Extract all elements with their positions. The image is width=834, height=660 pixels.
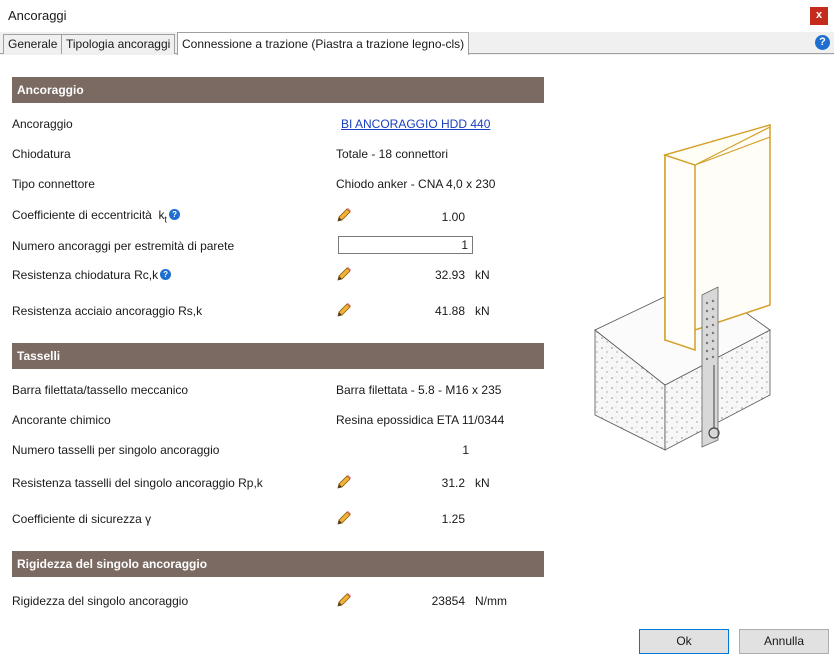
section-header-ancoraggio: Ancoraggio	[12, 77, 544, 103]
rigidezza-unit: N/mm	[475, 594, 507, 608]
coeff-sicurezza-label: Coefficiente di sicurezza γ	[12, 512, 152, 526]
gamma-value: 1.25	[441, 512, 465, 526]
edit-coeff-icon[interactable]	[335, 206, 353, 224]
tab-connessione-trazione[interactable]: Connessione a trazione (Piastra a trazio…	[177, 32, 470, 55]
rck-unit: kN	[475, 268, 490, 282]
barra-filettata-value: Barra filettata - 5.8 - M16 x 235	[336, 383, 502, 397]
tab-strip: Generale Tipologia ancoraggi Connessione…	[0, 32, 834, 55]
rsk-value: 41.88	[434, 304, 465, 318]
tab-tipologia-ancoraggi[interactable]: Tipologia ancoraggi	[61, 34, 176, 54]
edit-rpk-icon[interactable]	[335, 473, 353, 491]
rigidezza-label: Rigidezza del singolo ancoraggio	[12, 594, 189, 608]
rpk-unit: kN	[475, 476, 490, 490]
ancorante-chimico-label: Ancorante chimico	[12, 413, 111, 427]
coeff-eccentricita-value: 1.00	[441, 210, 465, 224]
rsk-unit: kN	[475, 304, 490, 318]
resistenza-chiodatura-text: Resistenza chiodatura Rc,k	[12, 268, 159, 282]
edit-rigidezza-icon[interactable]	[335, 591, 353, 609]
edit-rsk-icon[interactable]	[335, 301, 353, 319]
resistenza-acciaio-label: Resistenza acciaio ancoraggio Rs,k	[12, 304, 203, 318]
window-title: Ancoraggi	[8, 8, 67, 23]
coeff-subscript: t	[164, 214, 168, 225]
cancel-button[interactable]: Annulla	[739, 629, 829, 654]
rpk-value: 31.2	[441, 476, 465, 490]
tipo-connettore-label: Tipo connettore	[12, 177, 95, 191]
tipo-connettore-value: Chiodo anker - CNA 4,0 x 230	[336, 177, 496, 191]
coeff-info-icon[interactable]: ?	[169, 209, 181, 220]
ok-button[interactable]: Ok	[639, 629, 729, 654]
anchor-illustration	[594, 124, 771, 451]
coeff-eccentricita-label: Coefficiente di eccentricità kt?	[12, 208, 181, 225]
section-header-rigidezza: Rigidezza del singolo ancoraggio	[12, 551, 544, 577]
ancoraggio-label: Ancoraggio	[12, 117, 73, 131]
edit-rck-icon[interactable]	[335, 265, 353, 283]
numero-tasselli-label: Numero tasselli per singolo ancoraggio	[12, 443, 220, 457]
edit-gamma-icon[interactable]	[335, 509, 353, 527]
section-header-tasselli: Tasselli	[12, 343, 544, 369]
resistenza-chiodatura-label: Resistenza chiodatura Rc,k?	[12, 268, 172, 282]
ancoraggio-link[interactable]: BI ANCORAGGIO HDD 440	[341, 117, 490, 131]
resistenza-tasselli-label: Resistenza tasselli del singolo ancoragg…	[12, 476, 263, 490]
chiodatura-label: Chiodatura	[12, 147, 71, 161]
title-bar: Ancoraggi x	[0, 0, 834, 32]
numero-ancoraggi-input[interactable]: 1	[338, 236, 473, 254]
numero-ancoraggi-label: Numero ancoraggi per estremità di parete	[12, 239, 235, 253]
close-button[interactable]: x	[810, 7, 828, 25]
ancorante-chimico-value: Resina epossidica ETA 11/0344	[336, 413, 505, 427]
numero-tasselli-value: 1	[462, 443, 469, 457]
help-icon[interactable]: ?	[815, 35, 830, 50]
tab-generale[interactable]: Generale	[3, 34, 63, 54]
content-panel: Ancoraggio Ancoraggio BI ANCORAGGIO HDD …	[0, 55, 834, 660]
chiodatura-value: Totale - 18 connettori	[336, 147, 449, 161]
resistenza-chiodatura-info-icon[interactable]: ?	[160, 269, 172, 280]
coeff-eccentricita-text: Coefficiente di eccentricità	[12, 208, 152, 222]
rck-value: 32.93	[434, 268, 465, 282]
barra-filettata-label: Barra filettata/tassello meccanico	[12, 383, 189, 397]
rigidezza-value: 23854	[431, 594, 465, 608]
